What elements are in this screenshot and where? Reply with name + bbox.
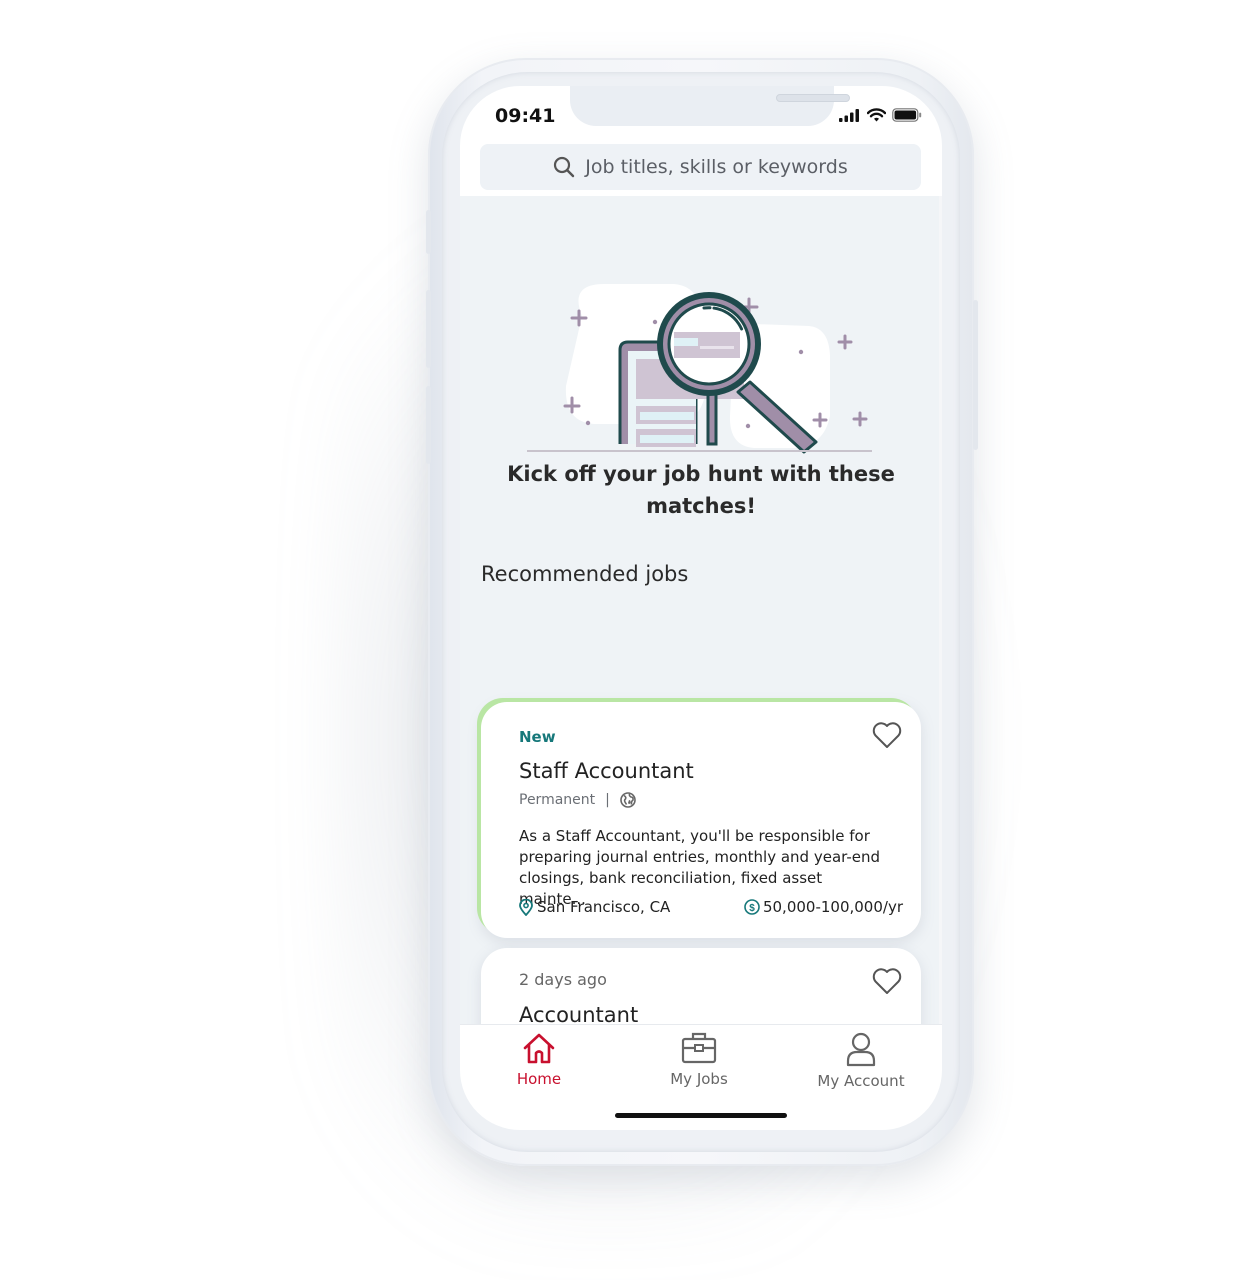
location-pin-icon (519, 898, 533, 916)
power-button (973, 300, 978, 450)
dollar-icon: $ (744, 899, 760, 915)
briefcase-icon (681, 1032, 717, 1064)
mute-switch (426, 210, 431, 254)
signal-icon (839, 108, 859, 122)
search-icon (554, 156, 575, 178)
job-meta: Permanent | (519, 792, 636, 808)
status-time: 09:41 (495, 105, 556, 127)
app-screen: 09:41 Job titles, skills or keywords Kic… (460, 86, 942, 1130)
wifi-icon (867, 108, 886, 122)
job-title[interactable]: Accountant (519, 1003, 638, 1024)
volume-down-button (426, 386, 431, 464)
hero-title: Kick off your job hunt with these matche… (507, 462, 895, 518)
job-title[interactable]: Staff Accountant (519, 759, 694, 783)
favorite-button[interactable] (871, 720, 903, 754)
earpiece-speaker (776, 94, 850, 102)
bottom-tab-bar: Home My Jobs My Account (460, 1024, 942, 1130)
job-type: Permanent (519, 792, 596, 808)
home-indicator[interactable] (615, 1113, 787, 1118)
job-salary: $ 50,000-100,000/yr (744, 898, 903, 916)
new-badge: New (519, 728, 556, 746)
location-text: San Francisco, CA (537, 898, 671, 916)
tab-label: My Account (817, 1072, 905, 1090)
job-card[interactable]: New Staff Accountant Permanent | As a St… (481, 702, 921, 938)
scrollbar[interactable] (939, 196, 942, 1024)
svg-text:$: $ (749, 903, 755, 914)
tab-home[interactable]: Home (474, 1031, 604, 1088)
salary-text: 50,000-100,000/yr (762, 898, 903, 916)
tab-my-jobs[interactable]: My Jobs (634, 1031, 764, 1088)
posted-date: 2 days ago (519, 970, 607, 989)
battery-icon (892, 108, 922, 122)
volume-up-button (426, 290, 431, 368)
tab-label: Home (516, 1070, 562, 1088)
tab-my-account[interactable]: My Account (796, 1031, 926, 1090)
job-location: San Francisco, CA (519, 898, 670, 916)
device-notch (570, 86, 850, 126)
meta-separator: | (605, 792, 610, 808)
search-input[interactable]: Job titles, skills or keywords (480, 144, 921, 190)
magnifier-over-document-illustration (527, 284, 872, 454)
status-icons (839, 108, 922, 122)
home-icon (523, 1033, 555, 1064)
heart-icon (872, 722, 902, 748)
search-placeholder: Job titles, skills or keywords (585, 156, 848, 178)
tab-label: My Jobs (670, 1070, 728, 1088)
job-card[interactable]: 2 days ago Accountant Contract / Tempora… (481, 948, 921, 1024)
heart-icon (872, 968, 902, 994)
header: Job titles, skills or keywords (460, 142, 942, 196)
user-icon (846, 1032, 876, 1067)
globe-icon (620, 792, 636, 808)
favorite-button[interactable] (871, 966, 903, 1000)
section-title: Recommended jobs (481, 562, 689, 586)
scroll-content: Kick off your job hunt with these matche… (460, 196, 942, 1024)
